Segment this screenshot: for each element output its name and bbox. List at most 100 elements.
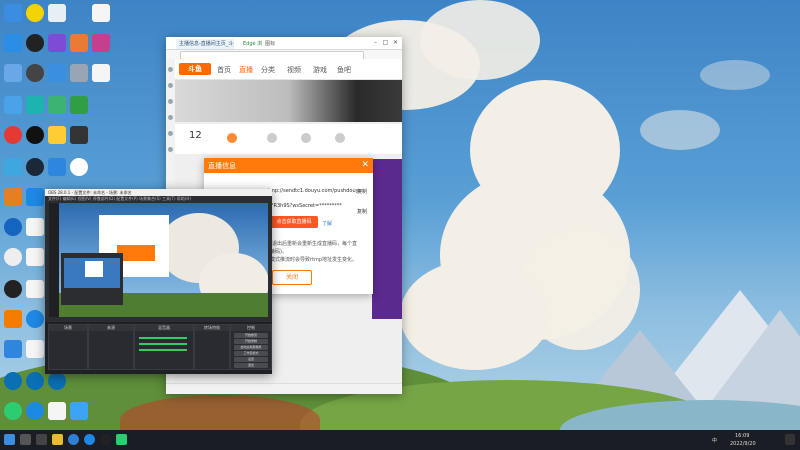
minimize-button[interactable]: – — [371, 39, 380, 47]
dock-mixer[interactable]: 混音器 — [134, 324, 194, 370]
obs-preview[interactable] — [49, 203, 268, 317]
browser-tab-active[interactable]: 主播信息-直播间主页_斗鱼直播 — [176, 39, 234, 49]
input-language[interactable]: 中 — [712, 437, 717, 444]
promo-panel — [372, 159, 402, 319]
nav-item[interactable]: 分类 — [261, 65, 275, 75]
obs-menubar[interactable]: 文件(F) 编辑(E) 视图(V) 停靠部件(D) 配置文件(P) 场景集合(S… — [45, 196, 272, 202]
copy-rtmp-button[interactable]: 复制 — [357, 188, 367, 195]
sidebar-icon[interactable] — [168, 131, 173, 136]
exit-button[interactable]: 退出 — [234, 363, 268, 368]
desktop-icon[interactable] — [4, 158, 22, 176]
douyu-logo[interactable]: 斗鱼 — [179, 63, 211, 75]
desktop-icon[interactable] — [26, 126, 44, 144]
desktop-icon[interactable] — [26, 372, 44, 390]
desktop-icon[interactable] — [4, 402, 22, 420]
edge-icon[interactable] — [68, 434, 79, 445]
desktop-icon[interactable] — [26, 188, 44, 206]
desktop-icon[interactable] — [48, 96, 66, 114]
desktop-icon[interactable] — [70, 96, 88, 114]
desktop-icon[interactable] — [26, 248, 44, 266]
nav-item[interactable]: 直播 — [239, 65, 253, 75]
clock-date[interactable]: 2022/9/20 — [730, 441, 756, 447]
learn-link[interactable]: 了解 — [322, 220, 332, 227]
desktop-icon[interactable] — [4, 340, 22, 358]
settings-button[interactable]: 设置 — [234, 357, 268, 362]
dock-transitions[interactable]: 转场特效 — [194, 324, 230, 370]
desktop-icon[interactable] — [70, 126, 88, 144]
wechat-taskbar-icon[interactable] — [116, 434, 127, 445]
search-icon[interactable] — [20, 434, 31, 445]
clock-time[interactable]: 16:09 — [735, 433, 749, 439]
desktop-icon[interactable] — [26, 402, 44, 420]
dialog-close-button[interactable]: 关闭 — [272, 270, 312, 285]
browser-tab[interactable]: 图标 — [262, 39, 282, 49]
desktop-icon[interactable] — [4, 126, 22, 144]
desktop-icon[interactable] — [48, 372, 66, 390]
desktop-icon[interactable] — [4, 248, 22, 266]
desktop-icon[interactable] — [4, 34, 22, 52]
stat-icon[interactable] — [267, 133, 277, 143]
desktop-icon[interactable] — [92, 34, 110, 52]
nav-item[interactable]: 鱼吧 — [337, 65, 351, 75]
desktop-icon[interactable] — [48, 402, 66, 420]
desktop-icon[interactable] — [26, 280, 44, 298]
nav-item[interactable]: 视频 — [287, 65, 301, 75]
desktop-icon[interactable] — [26, 310, 44, 328]
desktop-icon[interactable] — [92, 4, 110, 22]
sidebar-icon[interactable] — [168, 83, 173, 88]
desktop-icon[interactable] — [48, 158, 66, 176]
desktop-icon[interactable] — [26, 96, 44, 114]
desktop-icon[interactable] — [26, 218, 44, 236]
dialog-title: 直播信息 — [208, 162, 236, 170]
copy-key-button[interactable]: 复制 — [357, 208, 367, 215]
nav-item[interactable]: 首页 — [217, 65, 231, 75]
sidebar-icon[interactable] — [168, 67, 173, 72]
dock-sources[interactable]: 来源 — [88, 324, 134, 370]
start-recording-button[interactable]: 开始录制 — [234, 339, 268, 344]
start-streaming-button[interactable]: 开始推流 — [234, 333, 268, 338]
desktop-icon[interactable] — [48, 64, 66, 82]
desktop-icon[interactable] — [26, 64, 44, 82]
studio-mode-button[interactable]: 工作室模式 — [234, 351, 268, 356]
virtual-camera-button[interactable]: 启动虚拟摄像机 — [234, 345, 268, 350]
desktop-icon[interactable] — [4, 280, 22, 298]
desktop-icon[interactable] — [48, 4, 66, 22]
desktop-icon[interactable] — [26, 158, 44, 176]
nav-item[interactable]: 游戏 — [313, 65, 327, 75]
desktop-icon[interactable] — [70, 34, 88, 52]
desktop-icon[interactable] — [48, 34, 66, 52]
stat-icon[interactable] — [335, 133, 345, 143]
get-stream-code-button[interactable]: 点击获取直播码 — [270, 216, 318, 228]
sidebar-icon[interactable] — [168, 147, 173, 152]
dock-scenes[interactable]: 场景 — [48, 324, 88, 370]
desktop-icon[interactable] — [92, 64, 110, 82]
desktop-icon[interactable] — [70, 64, 88, 82]
file-explorer-icon[interactable] — [52, 434, 63, 445]
desktop-icon[interactable] — [26, 34, 44, 52]
dialog-close-icon[interactable]: ✕ — [361, 160, 369, 170]
desktop-icon[interactable] — [4, 96, 22, 114]
sidebar-icon[interactable] — [168, 115, 173, 120]
stat-icon[interactable] — [301, 133, 311, 143]
close-button[interactable]: ✕ — [391, 39, 400, 47]
maximize-button[interactable]: □ — [381, 39, 390, 47]
desktop-icon[interactable] — [4, 310, 22, 328]
sidebar-icon[interactable] — [168, 99, 173, 104]
desktop-icon[interactable] — [4, 188, 22, 206]
desktop-icon[interactable] — [26, 340, 44, 358]
desktop-icon[interactable] — [70, 158, 88, 176]
notification-icon[interactable] — [785, 434, 795, 445]
desktop-icon[interactable] — [26, 4, 44, 22]
desktop-icon[interactable] — [4, 218, 22, 236]
desktop-icon[interactable] — [4, 372, 22, 390]
start-icon[interactable] — [4, 434, 15, 445]
desktop-icon[interactable] — [70, 402, 88, 420]
desktop-icon[interactable] — [4, 4, 22, 22]
browser-taskbar-icon[interactable] — [84, 434, 95, 445]
dock-header: 场景 — [49, 325, 87, 331]
desktop-icon[interactable] — [48, 126, 66, 144]
desktop-icon[interactable] — [4, 64, 22, 82]
task-view-icon[interactable] — [36, 434, 47, 445]
obs-taskbar-icon[interactable] — [100, 434, 111, 445]
stat-icon[interactable] — [227, 133, 237, 143]
